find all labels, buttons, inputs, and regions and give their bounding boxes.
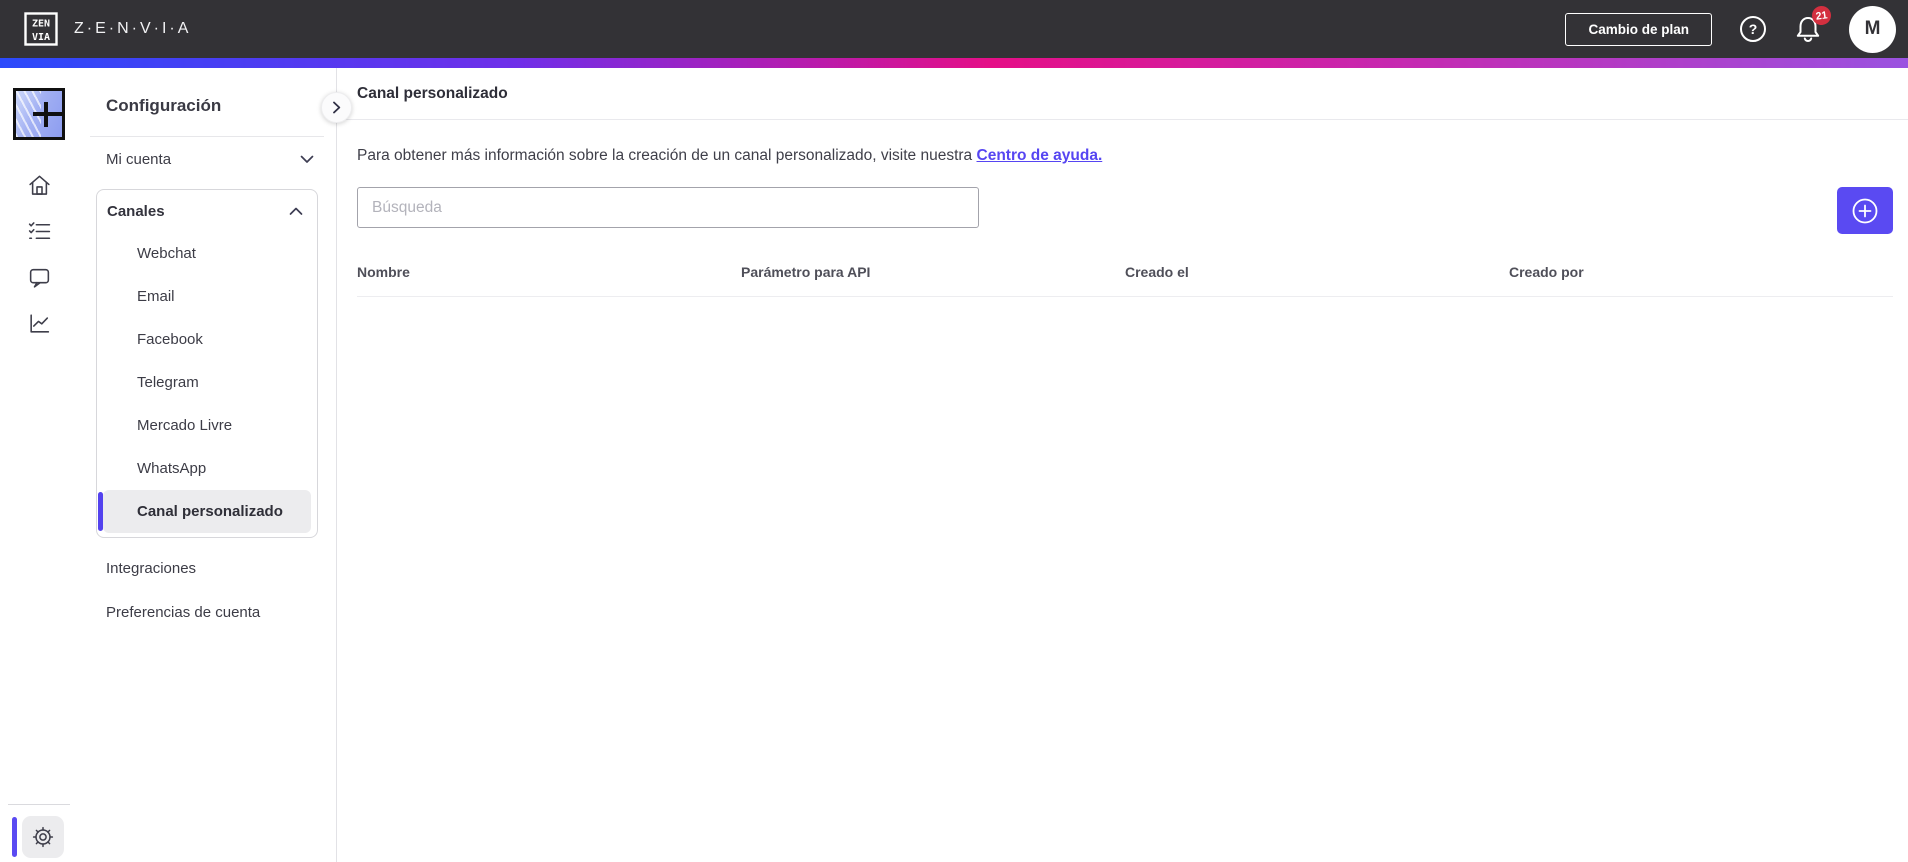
integraciones-label: Integraciones	[106, 559, 197, 577]
app-shell: Configuración Mi cuenta Canales Webchat …	[0, 68, 1908, 862]
sidebar-item-canal-personalizado[interactable]: Canal personalizado	[98, 490, 311, 533]
svg-text:?: ?	[1749, 21, 1758, 37]
sidebar-item-mercado-livre[interactable]: Mercado Livre	[103, 404, 311, 447]
column-header-creado-por: Creado por	[1509, 264, 1584, 280]
table-header-row: Nombre Parámetro para API Creado el Crea…	[357, 264, 1893, 297]
chevron-up-icon	[289, 207, 303, 215]
toolbar	[357, 187, 1893, 234]
sidebar-item-integraciones[interactable]: Integraciones	[78, 546, 336, 590]
conversations-nav-button[interactable]	[27, 265, 52, 290]
active-indicator	[12, 817, 17, 857]
page-header: Canal personalizado	[337, 68, 1908, 120]
circled-plus-icon	[1852, 198, 1878, 223]
zenvia-logo-icon: ZEN VIA	[24, 12, 58, 46]
help-button[interactable]: ?	[1739, 15, 1767, 43]
brand-wordmark: Z·E·N·V·I·A	[74, 20, 192, 37]
add-channel-button[interactable]	[1837, 187, 1893, 234]
sidebar-item-my-account[interactable]: Mi cuenta	[78, 137, 336, 181]
chevron-down-icon	[300, 155, 314, 163]
column-header-creado-el: Creado el	[1125, 264, 1189, 280]
tasks-nav-button[interactable]	[27, 219, 52, 244]
column-header-nombre: Nombre	[357, 264, 410, 280]
help-center-link[interactable]: Centro de ayuda.	[977, 147, 1103, 164]
chat-bubble-icon	[29, 268, 49, 288]
rail-divider	[8, 804, 70, 805]
column-header-parametro-api: Parámetro para API	[741, 264, 871, 280]
sidebar-item-whatsapp[interactable]: WhatsApp	[103, 447, 311, 490]
analytics-nav-button[interactable]	[27, 311, 52, 336]
notifications-button[interactable]: 21	[1794, 4, 1833, 44]
search-input[interactable]	[357, 187, 979, 228]
description-text: Para obtener más información sobre la cr…	[357, 147, 973, 164]
home-icon	[28, 175, 50, 195]
sidebar-title: Configuración	[106, 96, 222, 115]
rail-nav	[0, 173, 78, 336]
brand-gradient-stripe	[0, 58, 1908, 68]
settings-nav-button[interactable]	[22, 816, 64, 858]
sidebar-item-email[interactable]: Email	[103, 275, 311, 318]
checklist-icon	[28, 222, 50, 240]
sidebar-item-webchat[interactable]: Webchat	[103, 232, 311, 275]
brand[interactable]: ZEN VIA Z·E·N·V·I·A	[24, 12, 191, 46]
topbar: ZEN VIA Z·E·N·V·I·A Cambio de plan ? 21 …	[0, 0, 1908, 58]
page-title: Canal personalizado	[357, 84, 508, 102]
topbar-actions: Cambio de plan ? 21 M	[1565, 4, 1896, 53]
svg-text:VIA: VIA	[32, 32, 50, 43]
help-icon: ?	[1740, 16, 1766, 42]
sidebar-item-channels[interactable]: Canales	[97, 190, 317, 232]
home-nav-button[interactable]	[27, 173, 52, 198]
preferencias-label: Preferencias de cuenta	[106, 603, 261, 621]
chevron-right-icon	[332, 101, 340, 114]
sidebar-item-preferencias-de-cuenta[interactable]: Preferencias de cuenta	[78, 590, 336, 634]
gear-icon	[32, 826, 54, 848]
sidebar-item-telegram[interactable]: Telegram	[103, 361, 311, 404]
workspace-thumbnail[interactable]	[13, 88, 65, 140]
channels-section: Canales Webchat Email Facebook Telegram …	[96, 189, 318, 538]
line-chart-icon	[29, 314, 49, 333]
main-content: Canal personalizado Para obtener más inf…	[337, 68, 1908, 862]
svg-text:ZEN: ZEN	[32, 19, 50, 30]
change-plan-button[interactable]: Cambio de plan	[1565, 12, 1712, 46]
workspace-thumbnail-mark	[44, 102, 48, 127]
settings-sidebar: Configuración Mi cuenta Canales Webchat …	[78, 68, 352, 862]
avatar[interactable]: M	[1849, 5, 1896, 53]
channels-label: Canales	[107, 202, 165, 220]
page-body: Para obtener más información sobre la cr…	[337, 120, 1908, 297]
icon-rail	[0, 68, 78, 862]
sidebar-item-facebook[interactable]: Facebook	[103, 318, 311, 361]
sidebar-collapse-button[interactable]	[321, 92, 352, 123]
settings-nav	[12, 816, 64, 858]
my-account-label: Mi cuenta	[106, 150, 172, 168]
page-description: Para obtener más información sobre la cr…	[357, 146, 1893, 165]
